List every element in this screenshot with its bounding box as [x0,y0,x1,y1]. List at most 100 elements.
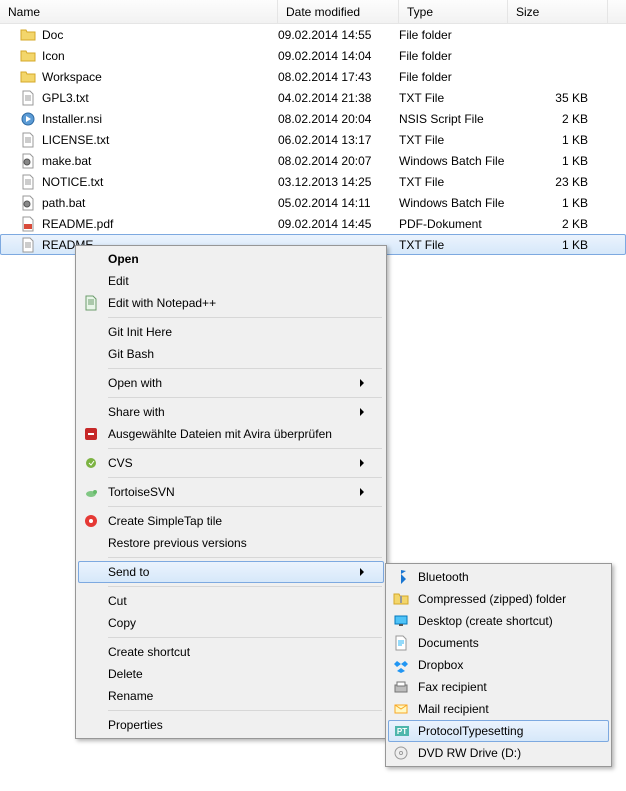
nsi-icon [20,111,36,127]
menu-item[interactable]: Restore previous versions [78,532,384,554]
menu-separator [108,317,382,318]
file-row[interactable]: GPL3.txt04.02.2014 21:38TXT File35 KB [0,87,626,108]
submenu-item[interactable]: PT ProtocolTypesetting [388,720,609,742]
menu-item[interactable]: Properties [78,714,384,736]
file-size: 1 KB [508,133,588,147]
fax-icon [393,679,409,695]
submenu-item[interactable]: Compressed (zipped) folder [388,588,609,610]
submenu-item-label: Mail recipient [418,702,589,716]
file-size: 1 KB [508,154,588,168]
submenu-arrow-icon [360,379,364,387]
menu-separator [108,448,382,449]
file-row[interactable]: Icon09.02.2014 14:04File folder [0,45,626,66]
file-row[interactable]: path.bat05.02.2014 14:11Windows Batch Fi… [0,192,626,213]
menu-item[interactable]: CVS [78,452,384,474]
file-name: NOTICE.txt [42,175,278,189]
menu-item-label: Send to [108,565,360,579]
file-row[interactable]: README.pdf09.02.2014 14:45PDF-Dokument2 … [0,213,626,234]
submenu-item[interactable]: Bluetooth [388,566,609,588]
menu-separator [108,557,382,558]
file-type: File folder [399,49,508,63]
file-row[interactable]: Installer.nsi08.02.2014 20:04NSIS Script… [0,108,626,129]
submenu-item-label: ProtocolTypesetting [418,724,589,738]
simpletap-icon [83,513,99,529]
file-type: File folder [399,70,508,84]
menu-item[interactable]: Rename [78,685,384,707]
file-size: 1 KB [508,196,588,210]
menu-item-label: CVS [108,456,360,470]
file-type: TXT File [399,133,508,147]
submenu-item-label: Documents [418,636,589,650]
menu-item-label: TortoiseSVN [108,485,360,499]
menu-item[interactable]: Share with [78,401,384,423]
file-name: LICENSE.txt [42,133,278,147]
file-type: TXT File [399,91,508,105]
folder-icon [20,48,36,64]
avira-icon [83,426,99,442]
menu-item[interactable]: Copy [78,612,384,634]
submenu-item[interactable]: Desktop (create shortcut) [388,610,609,632]
menu-item[interactable]: Send to [78,561,384,583]
file-date: 08.02.2014 17:43 [278,70,399,84]
menu-separator [108,368,382,369]
menu-item[interactable]: Create shortcut [78,641,384,663]
file-name: Workspace [42,70,278,84]
file-size: 35 KB [508,91,588,105]
file-date: 09.02.2014 14:04 [278,49,399,63]
pt-icon: PT [394,723,410,739]
submenu-item-label: Fax recipient [418,680,589,694]
file-row[interactable]: NOTICE.txt03.12.2013 14:25TXT File23 KB [0,171,626,192]
dvd-icon [393,745,409,761]
file-type: Windows Batch File [399,196,508,210]
menu-item[interactable]: Git Init Here [78,321,384,343]
zip-icon [393,591,409,607]
menu-item[interactable]: Create SimpleTap tile [78,510,384,532]
column-header-name[interactable]: Name [0,0,278,23]
menu-item-label: Open with [108,376,360,390]
submenu-item[interactable]: Documents [388,632,609,654]
file-date: 08.02.2014 20:04 [278,112,399,126]
submenu-item-label: Compressed (zipped) folder [418,592,589,606]
menu-item[interactable]: Open [78,248,384,270]
file-name: Icon [42,49,278,63]
menu-item[interactable]: Open with [78,372,384,394]
menu-item[interactable]: Edit with Notepad++ [78,292,384,314]
file-row[interactable]: Workspace08.02.2014 17:43File folder [0,66,626,87]
menu-item-label: Properties [108,718,364,732]
menu-item-label: Rename [108,689,364,703]
menu-item-label: Edit [108,274,364,288]
file-size: 23 KB [508,175,588,189]
column-header-size[interactable]: Size [508,0,608,23]
file-row[interactable]: make.bat08.02.2014 20:07Windows Batch Fi… [0,150,626,171]
file-row[interactable]: Doc09.02.2014 14:55File folder [0,24,626,45]
menu-item[interactable]: Ausgewählte Dateien mit Avira überprüfen [78,423,384,445]
menu-item[interactable]: Cut [78,590,384,612]
file-size: 2 KB [508,217,588,231]
menu-item[interactable]: TortoiseSVN [78,481,384,503]
menu-separator [108,397,382,398]
file-date: 09.02.2014 14:45 [278,217,399,231]
submenu-item[interactable]: Dropbox [388,654,609,676]
folder-icon [20,69,36,85]
menu-separator [108,506,382,507]
file-date: 04.02.2014 21:38 [278,91,399,105]
file-row[interactable]: LICENSE.txt06.02.2014 13:17TXT File1 KB [0,129,626,150]
menu-item[interactable]: Git Bash [78,343,384,365]
column-header-type[interactable]: Type [399,0,508,23]
file-type: PDF-Dokument [399,217,508,231]
file-date: 08.02.2014 20:07 [278,154,399,168]
column-header-date[interactable]: Date modified [278,0,399,23]
file-name: GPL3.txt [42,91,278,105]
menu-item[interactable]: Edit [78,270,384,292]
file-type: Windows Batch File [399,154,508,168]
file-type: File folder [399,28,508,42]
menu-item-label: Create SimpleTap tile [108,514,364,528]
submenu-item[interactable]: Fax recipient [388,676,609,698]
menu-item[interactable]: Delete [78,663,384,685]
bluetooth-icon [393,569,409,585]
menu-item-label: Open [108,252,364,266]
submenu-item[interactable]: DVD RW Drive (D:) [388,742,609,764]
desktop-icon [393,613,409,629]
submenu-arrow-icon [360,568,364,576]
submenu-item[interactable]: Mail recipient [388,698,609,720]
